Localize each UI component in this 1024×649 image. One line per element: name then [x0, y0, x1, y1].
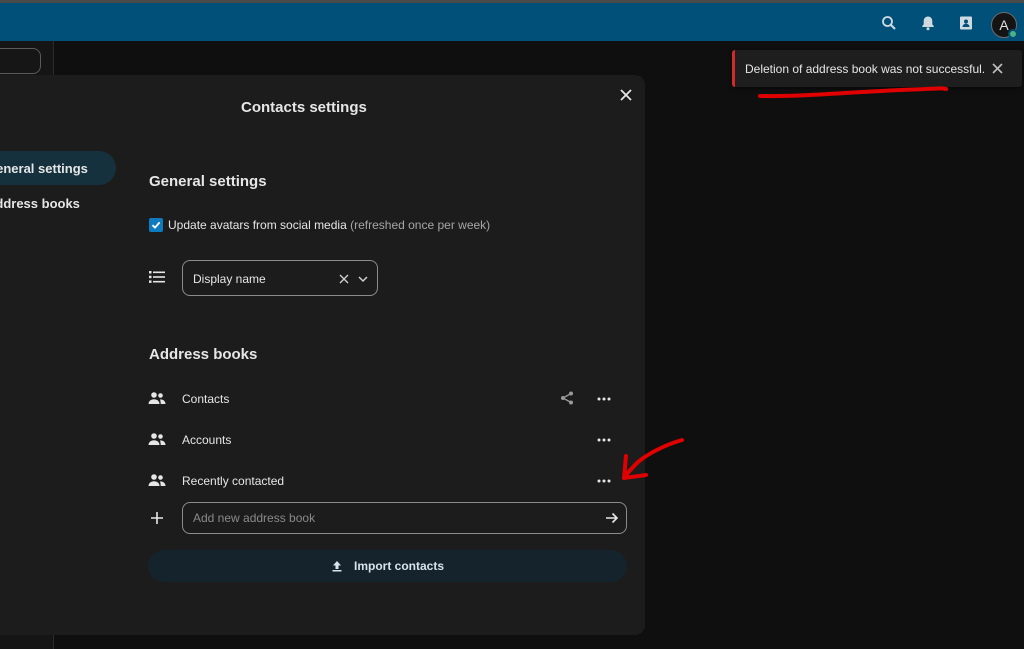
list-sort-icon	[149, 270, 165, 284]
close-icon[interactable]	[618, 87, 634, 103]
avatars-checkbox-label[interactable]: Update avatars from social media (refres…	[168, 218, 490, 232]
people-icon	[148, 391, 166, 405]
import-contacts-button[interactable]: Import contacts	[148, 550, 627, 582]
address-book-label: Accounts	[182, 433, 232, 447]
checkbox-hint-text: (refreshed once per week)	[350, 218, 491, 232]
people-icon	[148, 432, 166, 446]
upload-icon	[332, 561, 342, 572]
chevron-down-icon[interactable]	[357, 272, 369, 284]
red-underline-annotation	[758, 86, 948, 99]
sort-order-value: Display name	[193, 272, 266, 286]
settings-nav: General settings Address books	[0, 75, 130, 375]
more-options-icon[interactable]	[596, 391, 612, 407]
share-icon[interactable]	[559, 390, 575, 406]
address-book-row[interactable]: Accounts	[148, 425, 628, 455]
toast-message: Deletion of address book was not success…	[745, 61, 986, 76]
avatars-checkbox[interactable]	[149, 218, 163, 232]
sort-order-select[interactable]: Display name	[182, 260, 378, 296]
more-options-icon[interactable]	[596, 432, 612, 448]
plus-icon	[150, 511, 164, 525]
nav-item-label: Address books	[0, 195, 80, 211]
address-book-label: Contacts	[182, 392, 230, 406]
clear-icon[interactable]	[338, 272, 350, 284]
general-settings-heading: General settings	[149, 173, 267, 190]
more-options-icon[interactable]	[596, 473, 612, 489]
nav-item-label: General settings	[0, 160, 88, 176]
dialog-title: Contacts settings	[241, 99, 367, 116]
search-icon[interactable]	[878, 12, 900, 34]
checkbox-label-text: Update avatars from social media	[168, 218, 347, 232]
online-status-dot	[1008, 29, 1018, 39]
new-address-book-input[interactable]	[182, 502, 627, 534]
address-book-row[interactable]: Contacts	[148, 384, 628, 414]
arrow-right-icon[interactable]	[605, 511, 619, 525]
error-toast: Deletion of address book was not success…	[732, 50, 1022, 87]
toast-close-icon[interactable]	[990, 61, 1004, 75]
nav-item-address-books[interactable]: Address books	[0, 186, 80, 220]
nav-item-general-settings[interactable]: General settings	[0, 151, 116, 185]
contacts-settings-dialog: Contacts settings General settings Addre…	[0, 75, 645, 635]
avatar-letter: A	[999, 17, 1009, 33]
background-search-field	[0, 48, 41, 74]
import-contacts-label: Import contacts	[353, 559, 444, 573]
address-book-row[interactable]: Recently contacted	[148, 466, 628, 496]
address-book-label: Recently contacted	[182, 474, 285, 488]
contacts-icon[interactable]	[955, 12, 977, 34]
bell-icon[interactable]	[917, 12, 939, 34]
user-avatar[interactable]: A	[991, 12, 1018, 39]
top-header-bar: A	[0, 3, 1024, 41]
people-icon	[148, 473, 166, 487]
address-books-heading: Address books	[149, 346, 258, 363]
